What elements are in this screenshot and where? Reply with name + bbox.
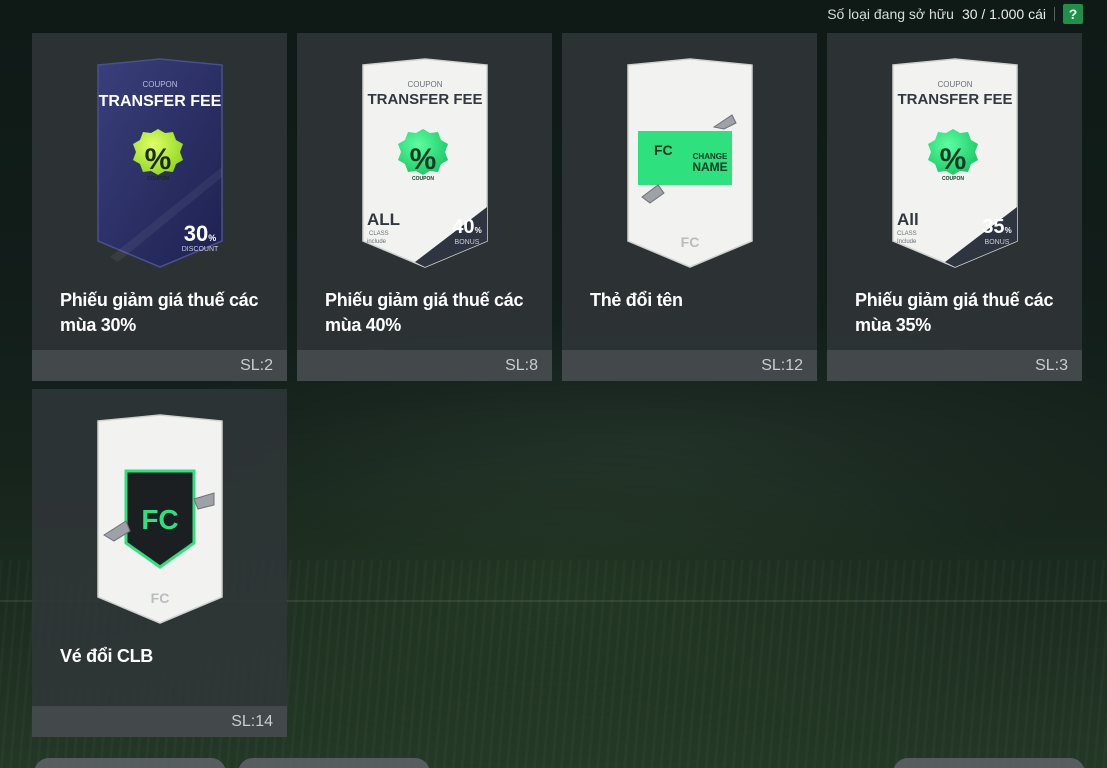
- item-art: FC CHANGE NAME FC: [562, 33, 817, 278]
- percent-icon: %: [144, 143, 171, 176]
- card-title-text: TRANSFER FEE: [98, 93, 221, 110]
- percent-value: 30: [183, 221, 207, 246]
- class-small-text: CLASS: [897, 231, 917, 237]
- badge-sub-text: COUPON: [942, 176, 964, 182]
- item-art: COUPON TRANSFER FEE % COUPON All CLASS I…: [827, 33, 1082, 278]
- owned-count: 30 / 1.000 cái: [961, 6, 1046, 22]
- item-card[interactable]: COUPON TRANSFER FEE % COUPON ALL CLASS i…: [297, 33, 552, 381]
- percent-sign: %: [474, 226, 481, 235]
- item-name-line: Vé đổi CLB: [60, 646, 154, 666]
- percent-value: 40: [452, 216, 474, 238]
- class-big-text: All: [897, 210, 919, 229]
- fc-logo-icon: FC: [141, 504, 178, 535]
- item-name-line: Phiếu giảm giá thuế các: [325, 290, 524, 310]
- card-coupon-text: COUPON: [142, 80, 177, 89]
- percent-value: 35: [982, 216, 1004, 238]
- coupon-card-icon: COUPON TRANSFER FEE % COUPON All CLASS I…: [891, 58, 1018, 268]
- item-art: COUPON TRANSFER FEE % COUPON 30% DISCOUN…: [32, 33, 287, 278]
- bottom-button[interactable]: [34, 758, 226, 768]
- item-card[interactable]: FC FC Vé đổi CLB SL:14: [32, 389, 287, 737]
- quantity-bar: SL:12: [562, 350, 817, 381]
- item-name-line: mùa 40%: [325, 315, 401, 335]
- card-line2-text: NAME: [692, 160, 727, 174]
- item-card[interactable]: COUPON TRANSFER FEE % COUPON All CLASS I…: [827, 33, 1082, 381]
- fc-watermark-icon: FC: [680, 234, 699, 250]
- percent-sign: %: [1004, 226, 1011, 235]
- item-card[interactable]: FC CHANGE NAME FC Thẻ đổi tên SL:12: [562, 33, 817, 381]
- fc-logo-icon: FC: [654, 142, 673, 158]
- item-name-line: mùa 30%: [60, 315, 136, 335]
- percent-sign: %: [208, 233, 216, 243]
- quantity-bar: SL:8: [297, 350, 552, 381]
- coupon-card-icon: COUPON TRANSFER FEE % COUPON ALL CLASS i…: [361, 58, 488, 268]
- percent-icon: %: [939, 143, 966, 176]
- owned-label: Số loại đang sở hữu: [827, 6, 954, 22]
- quantity-label: SL:14: [231, 712, 273, 730]
- item-name: Vé đổi CLB: [60, 644, 270, 669]
- quantity-label: SL:3: [1035, 356, 1068, 374]
- owned-summary: Số loại đang sở hữu 30 / 1.000 cái ?: [827, 4, 1083, 24]
- quantity-label: SL:12: [761, 356, 803, 374]
- card-title-text: TRANSFER FEE: [367, 91, 482, 108]
- card-title-text: TRANSFER FEE: [897, 91, 1012, 108]
- class-small-text: CLASS: [369, 231, 389, 237]
- quantity-label: SL:2: [240, 356, 273, 374]
- card-footer-text: BONUS: [454, 239, 479, 246]
- badge-sub-text: COUPON: [412, 176, 434, 182]
- item-name: Phiếu giảm giá thuế các mùa 40%: [325, 288, 535, 338]
- item-card[interactable]: COUPON TRANSFER FEE % COUPON 30% DISCOUN…: [32, 33, 287, 381]
- item-name-line: Phiếu giảm giá thuế các: [60, 290, 259, 310]
- divider: [1054, 7, 1055, 21]
- quantity-bar: SL:3: [827, 350, 1082, 381]
- fc-watermark-icon: FC: [150, 590, 169, 606]
- bottom-button[interactable]: [238, 758, 430, 768]
- quantity-label: SL:8: [505, 356, 538, 374]
- club-change-card-icon: FC FC: [96, 414, 223, 624]
- class-big-text: ALL: [367, 210, 400, 229]
- percent-icon: %: [409, 143, 436, 176]
- quantity-bar: SL:14: [32, 706, 287, 737]
- class-small-text: include: [367, 239, 387, 245]
- item-art: FC FC: [32, 389, 287, 634]
- help-button[interactable]: ?: [1063, 4, 1083, 24]
- item-name-line: mùa 35%: [855, 315, 931, 335]
- item-name-line: Phiếu giảm giá thuế các: [855, 290, 1054, 310]
- card-coupon-text: COUPON: [407, 80, 442, 89]
- item-art: COUPON TRANSFER FEE % COUPON ALL CLASS i…: [297, 33, 552, 278]
- card-coupon-text: COUPON: [937, 80, 972, 89]
- coupon-card-icon: COUPON TRANSFER FEE % COUPON 30% DISCOUN…: [96, 58, 223, 268]
- bottom-button[interactable]: [893, 758, 1085, 768]
- badge-sub-text: COUPON: [147, 176, 169, 182]
- quantity-bar: SL:2: [32, 350, 287, 381]
- item-name-line: Thẻ đổi tên: [590, 290, 683, 310]
- item-name: Phiếu giảm giá thuế các mùa 30%: [60, 288, 270, 338]
- class-small-text: Include: [897, 239, 917, 245]
- card-footer-text: BONUS: [984, 239, 1009, 246]
- card-footer-text: DISCOUNT: [181, 246, 218, 253]
- item-name: Phiếu giảm giá thuế các mùa 35%: [855, 288, 1065, 338]
- item-name: Thẻ đổi tên: [590, 288, 800, 313]
- name-change-card-icon: FC CHANGE NAME FC: [626, 58, 753, 268]
